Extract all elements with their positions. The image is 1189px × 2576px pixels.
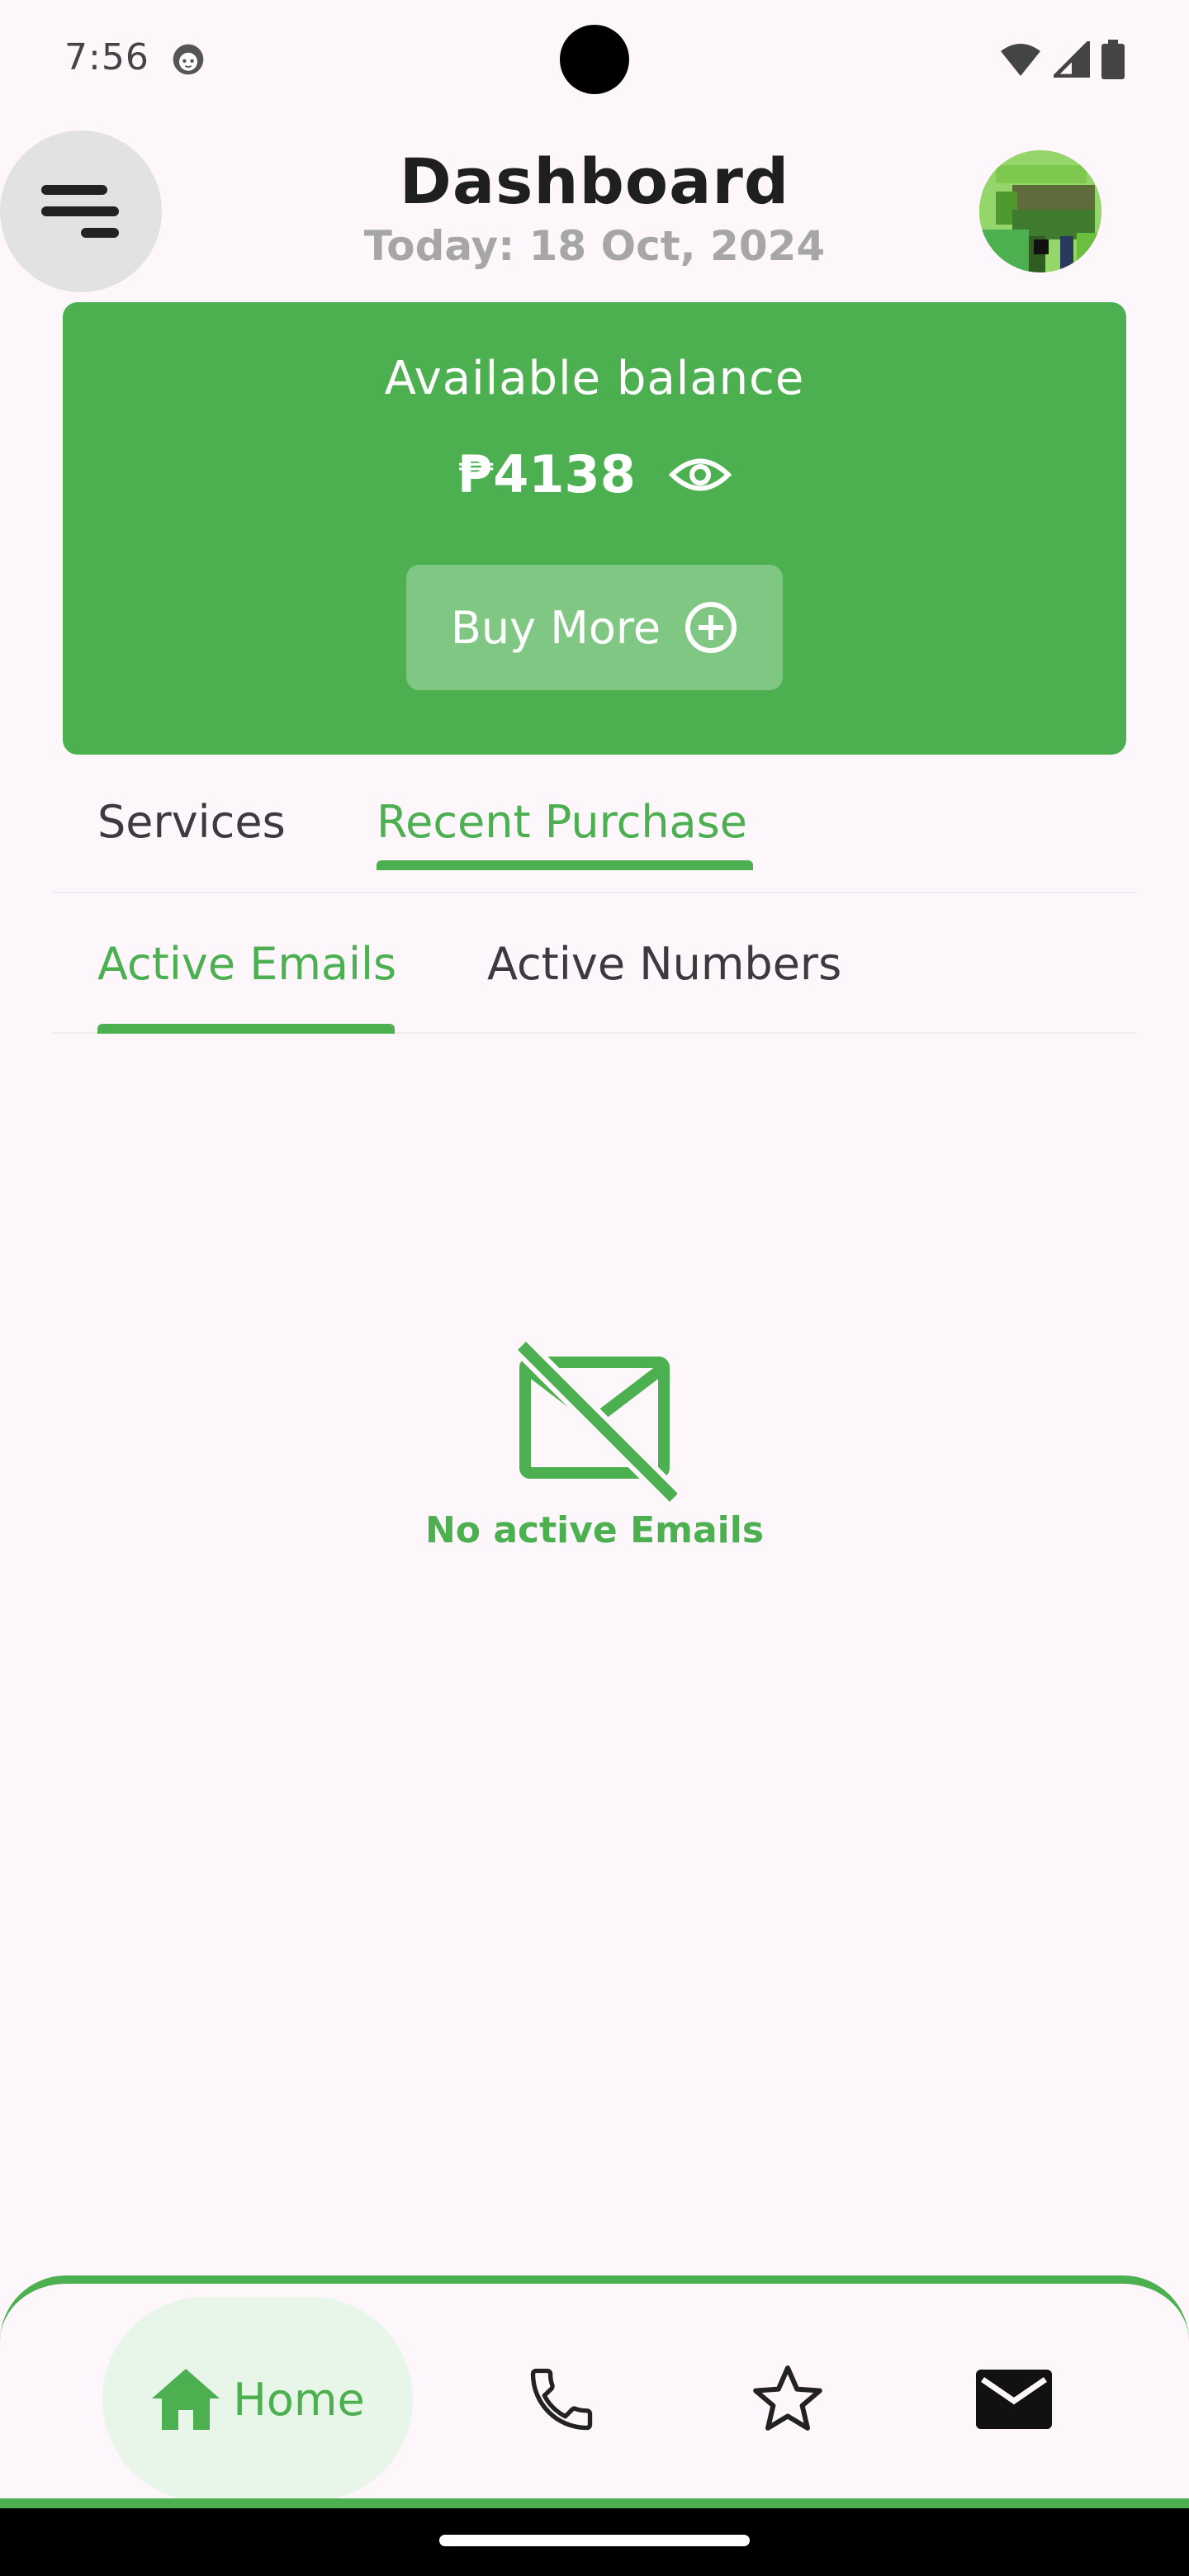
camera-cutout <box>560 25 629 94</box>
signal-icon <box>1054 41 1090 78</box>
no-email-icon <box>514 1338 677 1503</box>
nav-home-label: Home <box>233 2373 365 2426</box>
status-bar: 7:56 <box>0 0 1189 124</box>
balance-row: ₱4138 <box>63 444 1126 504</box>
sub-tab-indicator <box>97 1024 395 1034</box>
tab-active-numbers[interactable]: Active Numbers <box>487 925 841 1004</box>
phone-icon <box>530 2368 593 2431</box>
add-circle-icon <box>685 602 737 653</box>
battery-icon <box>1101 40 1125 79</box>
mail-icon <box>976 2370 1052 2429</box>
empty-state-text: No active Emails <box>424 1509 765 1551</box>
nav-calls[interactable] <box>495 2333 628 2465</box>
bottom-nav: Home <box>0 2275 1189 2502</box>
sub-tabs: Active Emails Active Numbers <box>53 921 1136 1034</box>
nav-home[interactable]: Home <box>102 2297 413 2502</box>
header: Dashboard Today: 18 Oct, 2024 <box>297 142 892 271</box>
balance-card: Available balance ₱4138 Buy More <box>63 302 1126 755</box>
tab-services[interactable]: Services <box>97 783 286 862</box>
tab-active-emails[interactable]: Active Emails <box>97 925 396 1004</box>
system-navigation-bar <box>0 2508 1189 2576</box>
face-icon <box>173 44 204 75</box>
buy-more-button[interactable]: Buy More <box>406 565 783 690</box>
star-icon <box>753 2365 822 2431</box>
balance-label: Available balance <box>384 352 805 405</box>
eye-icon[interactable] <box>668 454 732 495</box>
nav-favorites[interactable] <box>722 2333 854 2465</box>
balance-value: ₱4138 <box>457 444 636 504</box>
home-icon <box>152 2369 220 2430</box>
avatar[interactable] <box>979 150 1101 272</box>
status-time: 7:56 <box>64 36 149 78</box>
status-icons <box>999 40 1125 79</box>
wifi-icon <box>1001 44 1040 76</box>
gesture-handle[interactable] <box>439 2535 750 2546</box>
avatar-image <box>979 150 1101 272</box>
buy-more-label: Buy More <box>450 601 661 654</box>
menu-icon <box>41 185 119 238</box>
main-tabs: Services Recent Purchase <box>53 783 1136 893</box>
nav-mail[interactable] <box>948 2333 1080 2465</box>
menu-button[interactable] <box>0 130 162 292</box>
page-date: Today: 18 Oct, 2024 <box>363 222 826 270</box>
tab-recent-purchase[interactable]: Recent Purchase <box>377 783 747 862</box>
bottom-nav-accent-line <box>0 2498 1189 2508</box>
page-title: Dashboard <box>399 144 790 218</box>
main-tab-indicator <box>377 860 753 870</box>
